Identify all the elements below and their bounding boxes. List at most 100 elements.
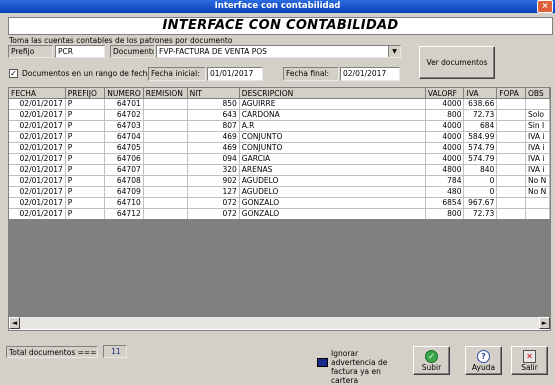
table-cell: 784 <box>425 175 465 187</box>
table-cell: 0 <box>463 175 498 187</box>
ver-documentos-button[interactable]: Ver documentos <box>419 46 495 79</box>
table-cell: 584.99 <box>463 131 498 143</box>
table-row[interactable]: 02/01/2017 P 64706 094 GARCIA 4000 574.79 IVA i <box>9 153 550 165</box>
table-cell: 02/01/2017 <box>9 153 66 165</box>
ignore-warning-label: Ignorar advertencia de factura ya en car… <box>331 349 388 385</box>
table-cell: 64709 <box>104 186 144 198</box>
column-header[interactable]: VALORF <box>425 88 465 99</box>
table-cell <box>143 98 188 110</box>
table-cell <box>143 142 188 154</box>
scroll-left-icon[interactable]: ◄ <box>9 317 20 329</box>
subir-button[interactable]: ✓ Subir <box>413 346 450 375</box>
salir-button[interactable]: ✕ Salir <box>511 346 548 375</box>
table-cell: 072 <box>187 197 240 209</box>
help-icon: ? <box>477 350 490 363</box>
table-row[interactable]: 02/01/2017 P 64703 807 A.R 4000 684 Sin I <box>9 120 550 132</box>
table-cell: 127 <box>187 186 240 198</box>
window-title: Interface con contabilidad <box>214 1 341 11</box>
table-cell: 02/01/2017 <box>9 142 66 154</box>
ignore-warning-checkbox[interactable] <box>317 358 328 367</box>
table-cell: CONJUNTO <box>239 131 426 143</box>
table-row[interactable]: 02/01/2017 P 64710 072 GONZALO 6854 967.67 <box>9 197 550 209</box>
table-cell: 0 <box>463 186 498 198</box>
table-row[interactable]: 02/01/2017 P 64704 469 CONJUNTO 4000 584.99 IVA… <box>9 131 550 143</box>
table-cell: AGUDELO <box>239 175 426 187</box>
table-cell: GARCIA <box>239 153 426 165</box>
table-cell <box>496 164 526 176</box>
table-cell: P <box>65 98 106 110</box>
table-cell: 64703 <box>104 120 144 132</box>
column-header[interactable]: OBS <box>525 88 550 99</box>
table-cell: 480 <box>425 186 465 198</box>
fecha-inicial-label: Fecha inicial: <box>148 67 206 81</box>
horizontal-scrollbar[interactable]: ◄ ► <box>9 317 550 329</box>
documents-grid[interactable]: FECHA PREFIJO NUMERO REMISION NIT DESCRIPCION… <box>8 87 551 331</box>
table-cell <box>496 186 526 198</box>
range-checkbox[interactable]: ✓ <box>9 69 18 78</box>
table-cell: 64705 <box>104 142 144 154</box>
table-cell <box>525 197 550 209</box>
table-cell: 967.67 <box>463 197 498 209</box>
table-cell: 02/01/2017 <box>9 164 66 176</box>
table-cell: 64702 <box>104 109 144 121</box>
scroll-right-icon[interactable]: ► <box>539 317 550 329</box>
table-row[interactable]: 02/01/2017 P 64701 850 AGUIRRE 4000 638.66 <box>9 98 550 110</box>
fecha-final-field[interactable]: 02/01/2017 <box>340 67 400 81</box>
table-cell: AGUDELO <box>239 186 426 198</box>
table-cell: 4000 <box>425 120 465 132</box>
table-row[interactable]: 02/01/2017 P 64705 469 CONJUNTO 4000 574.79 IVA… <box>9 142 550 154</box>
total-documentos-value: 11 <box>103 345 127 358</box>
table-cell: No N <box>525 175 550 187</box>
ayuda-button[interactable]: ? Ayuda <box>465 346 502 375</box>
table-cell: 902 <box>187 175 240 187</box>
table-cell: IVA i <box>525 153 550 165</box>
column-header[interactable]: DESCRIPCION <box>239 88 426 99</box>
table-cell: 072 <box>187 208 240 220</box>
table-cell: 840 <box>463 164 498 176</box>
column-header[interactable]: REMISION <box>143 88 188 99</box>
table-cell: 850 <box>187 98 240 110</box>
table-cell: 094 <box>187 153 240 165</box>
table-cell: 800 <box>425 109 465 121</box>
table-cell: 643 <box>187 109 240 121</box>
table-cell: No N <box>525 186 550 198</box>
prefijo-field[interactable]: PCR <box>55 45 105 58</box>
table-cell: 02/01/2017 <box>9 197 66 209</box>
table-cell: 4000 <box>425 131 465 143</box>
column-header[interactable]: FECHA <box>9 88 66 99</box>
column-header[interactable]: PREFIJO <box>65 88 106 99</box>
documento-select[interactable]: FVP-FACTURA DE VENTA POS ▼ <box>156 45 401 58</box>
column-header[interactable]: NUMERO <box>104 88 144 99</box>
column-header[interactable]: IVA <box>463 88 498 99</box>
table-cell <box>496 98 526 110</box>
table-cell <box>143 120 188 132</box>
table-cell: 64704 <box>104 131 144 143</box>
instruction-label: Toma las cuentas contables de los patron… <box>9 36 233 45</box>
close-icon[interactable]: × <box>537 0 553 13</box>
table-cell <box>496 120 526 132</box>
table-cell: CARDONA <box>239 109 426 121</box>
table-row[interactable]: 02/01/2017 P 64707 320 ARENAS 4800 840 IVA i <box>9 164 550 176</box>
table-cell: P <box>65 153 106 165</box>
table-cell: 64712 <box>104 208 144 220</box>
table-row[interactable]: 02/01/2017 P 64702 643 CARDONA 800 72.73 Solo <box>9 109 550 121</box>
table-cell: 64707 <box>104 164 144 176</box>
table-cell <box>143 186 188 198</box>
table-cell <box>525 208 550 220</box>
table-cell: 02/01/2017 <box>9 208 66 220</box>
table-cell: P <box>65 142 106 154</box>
table-cell: P <box>65 186 106 198</box>
table-cell: 72.73 <box>463 109 498 121</box>
table-row[interactable]: 02/01/2017 P 64712 072 GONZALO 800 72.73 <box>9 208 550 220</box>
table-row[interactable]: 02/01/2017 P 64708 902 AGUDELO 784 0 No N <box>9 175 550 187</box>
column-header[interactable]: NIT <box>187 88 240 99</box>
documents-table: FECHA PREFIJO NUMERO REMISION NIT DESCRIPCION… <box>9 88 550 220</box>
table-cell: GONZALO <box>239 208 426 220</box>
chevron-down-icon[interactable]: ▼ <box>388 46 400 57</box>
range-checkbox-label: Documentos en un rango de fechas <box>22 69 156 78</box>
table-cell: AGUIRRE <box>239 98 426 110</box>
fecha-inicial-field[interactable]: 01/01/2017 <box>207 67 263 81</box>
table-cell: IVA i <box>525 164 550 176</box>
table-row[interactable]: 02/01/2017 P 64709 127 AGUDELO 480 0 No N <box>9 186 550 198</box>
column-header[interactable]: FOPA <box>496 88 526 99</box>
